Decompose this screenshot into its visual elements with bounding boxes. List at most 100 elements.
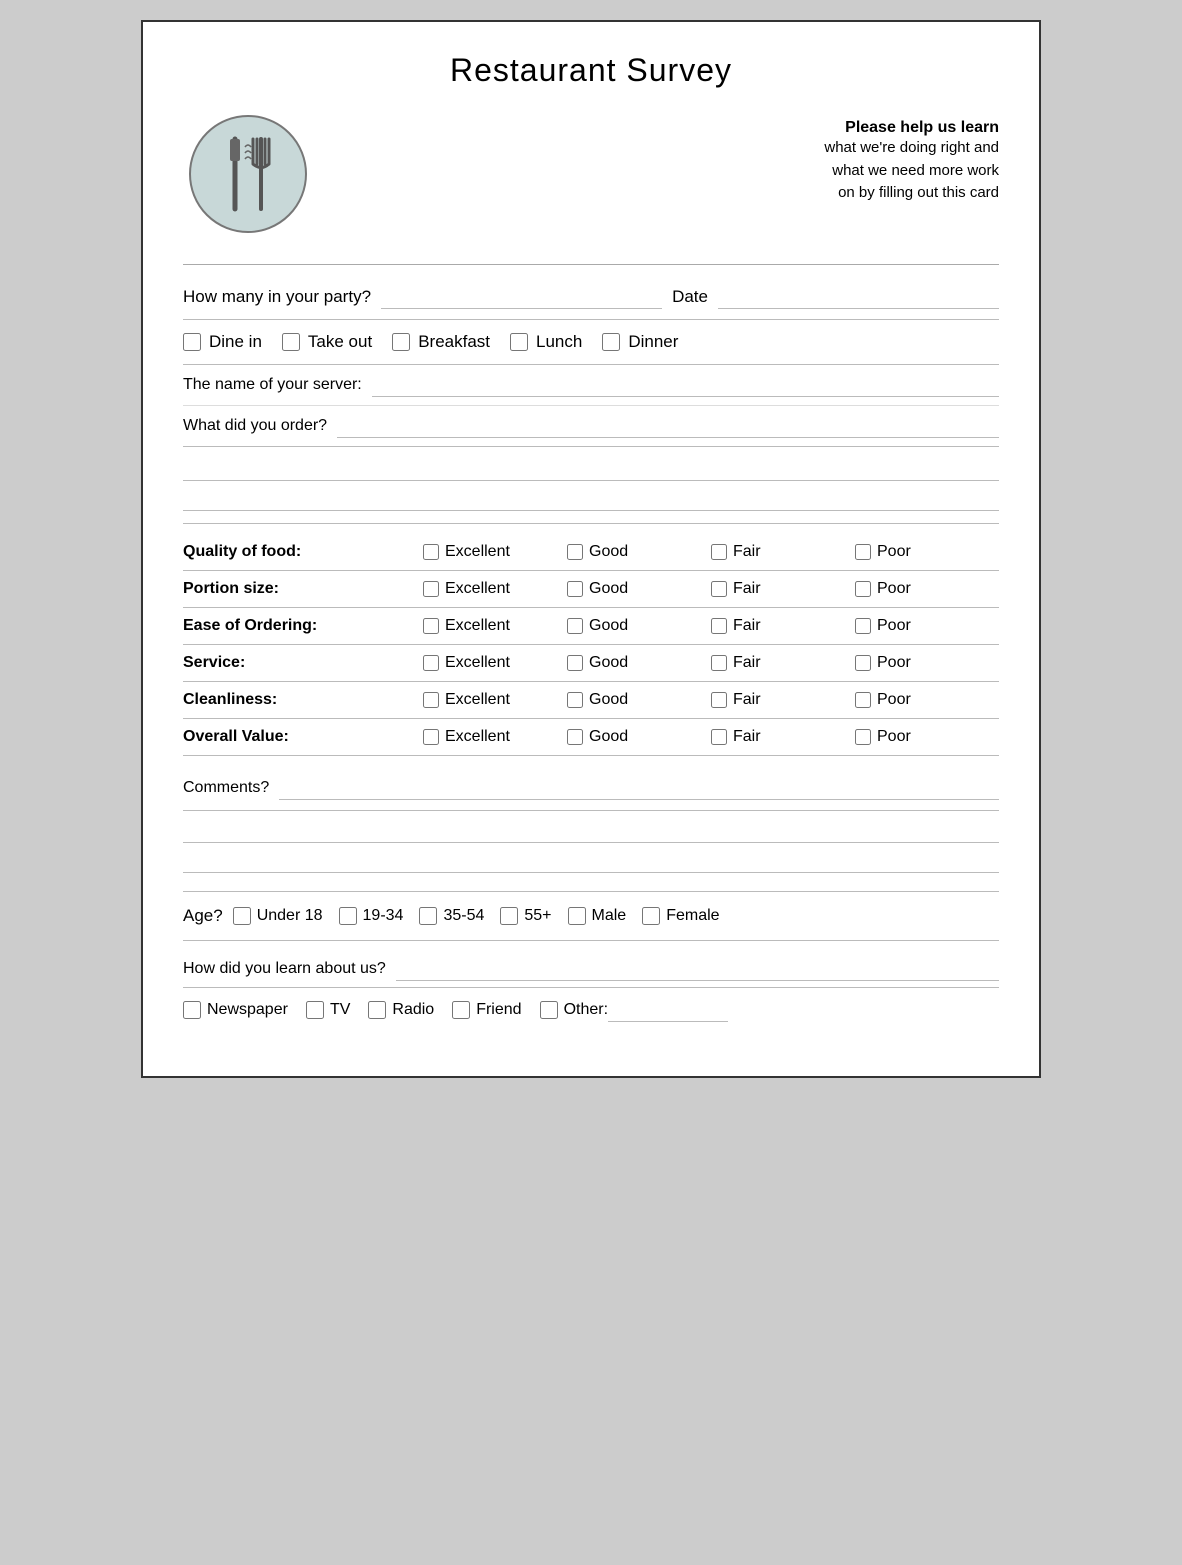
age-35-54-checkbox[interactable] [419, 907, 437, 925]
cleanliness-fair-checkbox[interactable] [711, 692, 727, 708]
cleanliness-excellent-checkbox[interactable] [423, 692, 439, 708]
quality-excellent-checkbox[interactable] [423, 544, 439, 560]
comments-extra [183, 811, 999, 892]
service-poor-checkbox[interactable] [855, 655, 871, 671]
value-excellent[interactable]: Excellent [423, 728, 567, 746]
ease-poor-checkbox[interactable] [855, 618, 871, 634]
value-poor-checkbox[interactable] [855, 729, 871, 745]
learn-friend-checkbox[interactable] [452, 1001, 470, 1019]
dinner-checkbox[interactable] [602, 333, 620, 351]
portion-poor-checkbox[interactable] [855, 581, 871, 597]
gender-female-checkbox[interactable] [642, 907, 660, 925]
ease-excellent[interactable]: Excellent [423, 617, 567, 635]
cleanliness-poor-checkbox[interactable] [855, 692, 871, 708]
quality-poor-checkbox[interactable] [855, 544, 871, 560]
rating-row-value: Overall Value: Excellent Good Fair Poor [183, 719, 999, 756]
ease-fair-checkbox[interactable] [711, 618, 727, 634]
age-19-34-checkbox[interactable] [339, 907, 357, 925]
service-poor[interactable]: Poor [855, 654, 999, 672]
breakfast-label: Breakfast [418, 332, 490, 352]
lunch-checkbox[interactable] [510, 333, 528, 351]
service-excellent[interactable]: Excellent [423, 654, 567, 672]
quality-good-checkbox[interactable] [567, 544, 583, 560]
cleanliness-good-checkbox[interactable] [567, 692, 583, 708]
take-out-label: Take out [308, 332, 372, 352]
value-fair-checkbox[interactable] [711, 729, 727, 745]
age-under18-label: Under 18 [257, 907, 323, 925]
quality-fair[interactable]: Fair [711, 543, 855, 561]
party-label: How many in your party? [183, 287, 381, 307]
learn-other-checkbox[interactable] [540, 1001, 558, 1019]
breakfast-option[interactable]: Breakfast [392, 332, 490, 352]
learn-input[interactable] [396, 957, 999, 981]
age-35-54[interactable]: 35-54 [419, 907, 484, 925]
portion-good-checkbox[interactable] [567, 581, 583, 597]
dine-in-checkbox[interactable] [183, 333, 201, 351]
ease-fair[interactable]: Fair [711, 617, 855, 635]
age-19-34[interactable]: 19-34 [339, 907, 404, 925]
comment-blank-2 [183, 851, 999, 873]
gender-female[interactable]: Female [642, 907, 719, 925]
ease-label: Ease of Ordering: [183, 617, 423, 635]
quality-excellent[interactable]: Excellent [423, 543, 567, 561]
gender-male[interactable]: Male [568, 907, 627, 925]
order-input[interactable] [337, 414, 999, 438]
learn-tv-checkbox[interactable] [306, 1001, 324, 1019]
quality-good[interactable]: Good [567, 543, 711, 561]
learn-friend[interactable]: Friend [452, 1001, 521, 1019]
party-input[interactable] [381, 285, 662, 309]
gender-male-checkbox[interactable] [568, 907, 586, 925]
quality-fair-checkbox[interactable] [711, 544, 727, 560]
portion-excellent-checkbox[interactable] [423, 581, 439, 597]
ease-good-checkbox[interactable] [567, 618, 583, 634]
service-good-checkbox[interactable] [567, 655, 583, 671]
learn-radio[interactable]: Radio [368, 1001, 434, 1019]
learn-other-input[interactable] [608, 998, 728, 1022]
portion-excellent[interactable]: Excellent [423, 580, 567, 598]
ease-poor[interactable]: Poor [855, 617, 999, 635]
server-name-label: The name of your server: [183, 376, 372, 394]
age-55plus[interactable]: 55+ [500, 907, 551, 925]
age-under18-checkbox[interactable] [233, 907, 251, 925]
ease-excellent-checkbox[interactable] [423, 618, 439, 634]
learn-newspaper-checkbox[interactable] [183, 1001, 201, 1019]
age-55plus-checkbox[interactable] [500, 907, 518, 925]
learn-other[interactable]: Other: [540, 998, 728, 1022]
quality-poor[interactable]: Poor [855, 543, 999, 561]
value-good[interactable]: Good [567, 728, 711, 746]
cleanliness-poor[interactable]: Poor [855, 691, 999, 709]
date-input[interactable] [718, 285, 999, 309]
service-good[interactable]: Good [567, 654, 711, 672]
blank-line-1 [183, 459, 999, 481]
portion-fair-checkbox[interactable] [711, 581, 727, 597]
age-under18[interactable]: Under 18 [233, 907, 323, 925]
portion-fair[interactable]: Fair [711, 580, 855, 598]
value-excellent-checkbox[interactable] [423, 729, 439, 745]
value-good-checkbox[interactable] [567, 729, 583, 745]
value-fair[interactable]: Fair [711, 728, 855, 746]
comments-input[interactable] [279, 776, 999, 800]
cleanliness-fair[interactable]: Fair [711, 691, 855, 709]
learn-tv[interactable]: TV [306, 1001, 350, 1019]
learn-newspaper[interactable]: Newspaper [183, 1001, 288, 1019]
dinner-option[interactable]: Dinner [602, 332, 678, 352]
cleanliness-good[interactable]: Good [567, 691, 711, 709]
server-name-input[interactable] [372, 373, 999, 397]
service-excellent-checkbox[interactable] [423, 655, 439, 671]
take-out-checkbox[interactable] [282, 333, 300, 351]
portion-poor[interactable]: Poor [855, 580, 999, 598]
take-out-option[interactable]: Take out [282, 332, 372, 352]
service-fair[interactable]: Fair [711, 654, 855, 672]
service-fair-checkbox[interactable] [711, 655, 727, 671]
dine-in-option[interactable]: Dine in [183, 332, 262, 352]
portion-good[interactable]: Good [567, 580, 711, 598]
learn-friend-label: Friend [476, 1001, 521, 1019]
cleanliness-excellent[interactable]: Excellent [423, 691, 567, 709]
ease-good[interactable]: Good [567, 617, 711, 635]
lunch-option[interactable]: Lunch [510, 332, 582, 352]
header-section: Please help us learn what we're doing ri… [183, 109, 999, 244]
meal-type-row: Dine in Take out Breakfast Lunch Dinner [183, 320, 999, 365]
breakfast-checkbox[interactable] [392, 333, 410, 351]
value-poor[interactable]: Poor [855, 728, 999, 746]
learn-radio-checkbox[interactable] [368, 1001, 386, 1019]
